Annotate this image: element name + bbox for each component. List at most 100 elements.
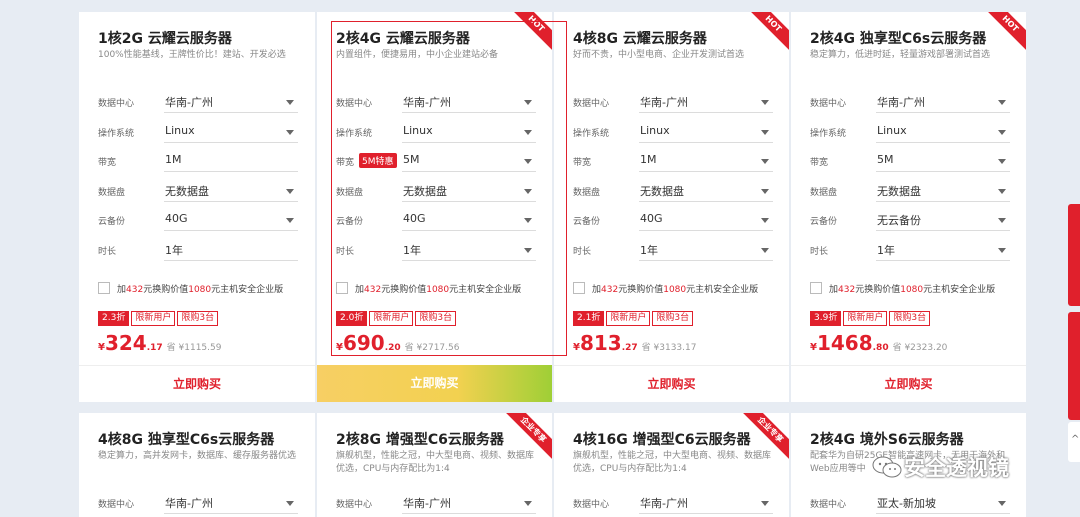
chevron-down-icon: [998, 159, 1006, 164]
addon-text-post: 元主机安全企业版: [449, 285, 522, 295]
config-select[interactable]: 5M: [402, 149, 536, 172]
addon-text-pre: 加: [117, 285, 127, 295]
price-saving: 省 ¥2717.56: [404, 343, 460, 353]
buy-now-button[interactable]: 立即购买: [554, 365, 789, 402]
config-row: 带宽 5M特惠 5M: [336, 149, 536, 173]
config-row: 操作系统 Linux: [336, 120, 536, 144]
card-subtitle: 内置组件，便捷易用，中小企业建站必备: [336, 50, 499, 60]
config-row: 时长 1年: [98, 238, 298, 262]
config-select[interactable]: 华南-广州: [164, 90, 298, 113]
config-select[interactable]: Linux: [639, 120, 773, 143]
price-saving: 省 ¥1115.59: [166, 343, 222, 353]
config-label: 云备份: [98, 217, 126, 227]
config-row: 数据中心 华南-广州: [98, 491, 298, 515]
limit-tag: 限购3台: [652, 311, 694, 326]
config-select[interactable]: 1年: [639, 238, 773, 261]
config-row: 时长 1年: [573, 238, 773, 262]
config-select[interactable]: 亚太-新加坡: [876, 491, 1010, 514]
addon-value: 1080: [900, 285, 924, 295]
buy-now-button[interactable]: 立即购买: [79, 365, 315, 402]
addon-option[interactable]: 加432元换购价值1080元主机安全企业版: [98, 282, 313, 296]
config-select[interactable]: 无数据盘: [164, 179, 298, 202]
config-select[interactable]: 1年: [876, 238, 1010, 261]
config-select[interactable]: 1年: [402, 238, 536, 261]
price: ¥690.20 省 ¥2717.56: [336, 331, 459, 355]
addon-option[interactable]: 加432元换购价值1080元主机安全企业版: [573, 282, 788, 296]
config-select[interactable]: 华南-广州: [876, 90, 1010, 113]
config-select[interactable]: 40G: [164, 208, 298, 231]
config-select[interactable]: 5M: [876, 149, 1010, 172]
config-select[interactable]: 无数据盘: [639, 179, 773, 202]
limit-tag: 限购3台: [415, 311, 457, 326]
product-card-1: 1核2G 云耀云服务器 100%性能基线，王牌性价比！建站、开发必选 数据中心 华南-…: [79, 12, 315, 402]
config-select[interactable]: 40G: [639, 208, 773, 231]
config-select[interactable]: Linux: [876, 120, 1010, 143]
chevron-down-icon: [286, 501, 294, 506]
price-integer: 324: [104, 331, 147, 355]
addon-text-mid: 元换购价值: [618, 285, 664, 295]
buy-now-button[interactable]: 立即购买: [317, 365, 552, 402]
price: ¥1468.80 省 ¥2323.20: [810, 331, 947, 355]
price-decimal: .80: [872, 343, 889, 353]
config-row: 云备份 40G: [98, 208, 298, 232]
hot-ribbon: HOT: [983, 12, 1026, 51]
config-row: 带宽 1M: [573, 149, 773, 173]
config-select[interactable]: 无数据盘: [402, 179, 536, 202]
addon-option[interactable]: 加432元换购价值1080元主机安全企业版: [810, 282, 1025, 296]
config-label: 云备份: [336, 217, 364, 227]
config-label: 云备份: [573, 217, 601, 227]
config-label: 数据中心: [810, 99, 847, 109]
addon-checkbox[interactable]: [336, 282, 348, 294]
promo-badge: 5M特惠: [359, 153, 397, 168]
chevron-down-icon: [761, 189, 769, 194]
chevron-down-icon: [761, 218, 769, 223]
addon-text: 加432元换购价值1080元主机安全企业版: [355, 282, 521, 295]
buy-now-button[interactable]: 立即购买: [791, 365, 1026, 402]
config-input[interactable]: 1年: [164, 238, 298, 261]
config-value: 华南-广州: [165, 96, 213, 109]
config-value: 1年: [165, 244, 183, 257]
addon-text-post: 元主机安全企业版: [686, 285, 759, 295]
side-float-button[interactable]: [1068, 204, 1080, 306]
limit-tag: 限购3台: [177, 311, 219, 326]
config-value: 华南-广州: [403, 96, 451, 109]
side-float-button-2[interactable]: [1068, 312, 1080, 420]
addon-text: 加432元换购价值1080元主机安全企业版: [829, 282, 995, 295]
config-value: 无数据盘: [877, 185, 921, 198]
chevron-down-icon: [286, 100, 294, 105]
addon-checkbox[interactable]: [573, 282, 585, 294]
config-select[interactable]: 华南-广州: [402, 491, 536, 514]
config-input[interactable]: 1M: [164, 149, 298, 172]
price-integer: 690: [342, 331, 385, 355]
config-select[interactable]: 华南-广州: [164, 491, 298, 514]
price-saving: 省 ¥3133.17: [641, 343, 697, 353]
config-row: 操作系统 Linux: [98, 120, 298, 144]
addon-price: 432: [838, 285, 856, 295]
config-select[interactable]: 40G: [402, 208, 536, 231]
config-row: 数据中心 华南-广州: [336, 90, 536, 114]
config-value: 1年: [640, 244, 658, 257]
product-card-3: 4核8G 云耀云服务器 好而不贵，中小型电商、企业开发测试首选 HOT 数据中心 华南-…: [554, 12, 789, 402]
config-select[interactable]: 华南-广州: [402, 90, 536, 113]
config-select[interactable]: Linux: [164, 120, 298, 143]
card-title: 4核8G 独享型C6s云服务器: [98, 432, 275, 448]
addon-checkbox[interactable]: [810, 282, 822, 294]
hot-ribbon: HOT: [746, 12, 789, 51]
config-select[interactable]: 华南-广州: [639, 491, 773, 514]
addon-value: 1080: [188, 285, 212, 295]
addon-text-mid: 元换购价值: [855, 285, 901, 295]
config-row: 时长 1年: [336, 238, 536, 262]
addon-checkbox[interactable]: [98, 282, 110, 294]
addon-price: 432: [364, 285, 382, 295]
discount-badge: 2.0折: [336, 311, 368, 326]
addon-text-mid: 元换购价值: [381, 285, 427, 295]
addon-option[interactable]: 加432元换购价值1080元主机安全企业版: [336, 282, 551, 296]
config-select[interactable]: 无云备份: [876, 208, 1010, 231]
scroll-top-button[interactable]: ^: [1068, 422, 1080, 462]
config-select[interactable]: 无数据盘: [876, 179, 1010, 202]
config-select[interactable]: 1M: [639, 149, 773, 172]
config-select[interactable]: 华南-广州: [639, 90, 773, 113]
card-title: 2核4G 云耀云服务器: [336, 31, 470, 47]
addon-text: 加432元换购价值1080元主机安全企业版: [117, 282, 283, 295]
config-select[interactable]: Linux: [402, 120, 536, 143]
